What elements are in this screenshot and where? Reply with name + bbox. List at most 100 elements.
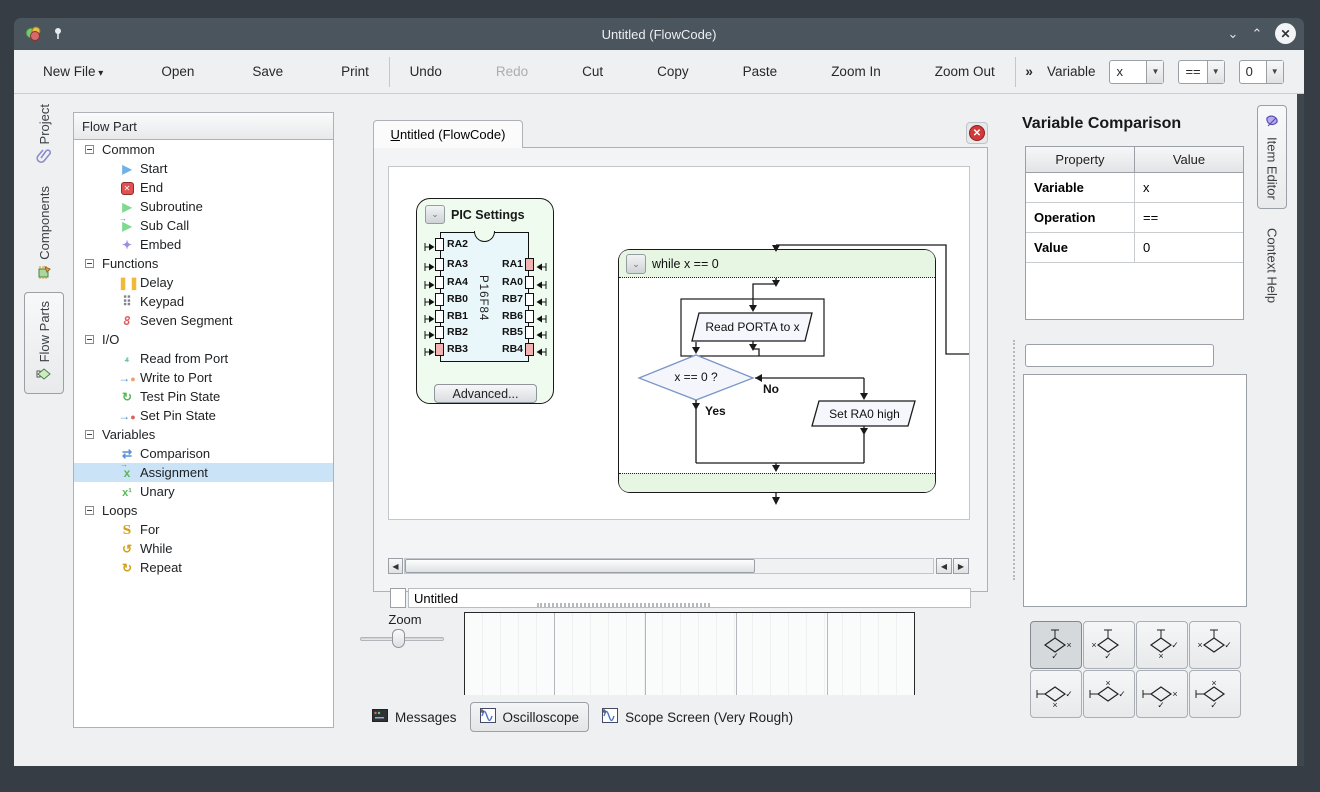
tree-item-keypad[interactable]: ⠿Keypad bbox=[74, 292, 333, 311]
pin-box-rb6[interactable] bbox=[525, 310, 534, 323]
close-button[interactable]: ✕ bbox=[1275, 23, 1296, 44]
table-header-property[interactable]: Property bbox=[1026, 147, 1135, 172]
collapse-expander-icon[interactable] bbox=[85, 335, 94, 344]
tree-item-assignment[interactable]: →xAssignment bbox=[74, 463, 333, 482]
hscroll-thumb[interactable] bbox=[405, 559, 755, 573]
loop-collapse-button[interactable]: ⌄ bbox=[626, 254, 646, 274]
right-tab-context-help[interactable]: Context Help bbox=[1257, 228, 1287, 303]
copy-button[interactable]: Copy bbox=[647, 58, 699, 85]
tree-item-variables[interactable]: Variables bbox=[74, 425, 333, 444]
redo-button[interactable]: Redo bbox=[486, 58, 538, 85]
flowchart-canvas[interactable]: ⌄ PIC Settings P16F84 RA2RA3RA4RB0RB1RB2… bbox=[388, 166, 970, 520]
print-button[interactable]: Print bbox=[331, 58, 379, 85]
pin-box-ra3[interactable] bbox=[435, 258, 444, 271]
pin-box-rb2[interactable] bbox=[435, 326, 444, 339]
tree-item-set-pin-state[interactable]: →●Set Pin State bbox=[74, 406, 333, 425]
tree-item-unary[interactable]: x¹Unary bbox=[74, 482, 333, 501]
collapse-expander-icon[interactable] bbox=[85, 145, 94, 154]
table-cell[interactable]: Operation bbox=[1026, 203, 1135, 232]
variant-button-4[interactable]: ✓× bbox=[1189, 621, 1241, 669]
table-cell[interactable]: 0 bbox=[1135, 233, 1243, 262]
save-button[interactable]: Save bbox=[242, 58, 293, 85]
pic-settings-component[interactable]: ⌄ PIC Settings P16F84 RA2RA3RA4RB0RB1RB2… bbox=[416, 198, 554, 404]
scope-splitter-handle[interactable] bbox=[537, 603, 710, 607]
bottom-tab-messages[interactable]: Messages bbox=[363, 704, 466, 730]
variable-combo-0[interactable]: x▼ bbox=[1109, 60, 1164, 84]
pin-box-ra1[interactable] bbox=[525, 258, 534, 271]
table-row[interactable]: Variablex bbox=[1026, 173, 1243, 203]
tree-item-loops[interactable]: Loops bbox=[74, 501, 333, 520]
pin-box-ra2[interactable] bbox=[435, 238, 444, 251]
tree-item-while[interactable]: ↺While bbox=[74, 539, 333, 558]
cut-button[interactable]: Cut bbox=[572, 58, 613, 85]
table-row[interactable]: Operation== bbox=[1026, 203, 1243, 233]
tree-item-start[interactable]: ▶Start bbox=[74, 159, 333, 178]
variant-button-3[interactable]: ✓× bbox=[1136, 621, 1188, 669]
variant-button-8[interactable]: ✓× bbox=[1189, 670, 1241, 718]
pin-box-rb5[interactable] bbox=[525, 326, 534, 339]
zoom-in-button[interactable]: Zoom In bbox=[821, 58, 891, 85]
tree-item-write-to-port[interactable]: →●Write to Port bbox=[74, 368, 333, 387]
right-splitter-handle[interactable] bbox=[1013, 340, 1017, 580]
chevron-down-icon[interactable]: ▼ bbox=[1207, 61, 1224, 83]
pin-box-rb1[interactable] bbox=[435, 310, 444, 323]
doc-name-checkbox[interactable] bbox=[390, 588, 406, 608]
item-editor-listbox[interactable] bbox=[1023, 374, 1247, 607]
collapse-expander-icon[interactable] bbox=[85, 259, 94, 268]
sidebar-tab-components[interactable]: Components bbox=[24, 186, 64, 283]
table-cell[interactable]: Value bbox=[1026, 233, 1135, 262]
advanced-button[interactable]: Advanced... bbox=[434, 384, 537, 403]
table-cell[interactable]: == bbox=[1135, 203, 1243, 232]
tree-item-for[interactable]: SFor bbox=[74, 520, 333, 539]
tree-item-seven-segment[interactable]: 8Seven Segment bbox=[74, 311, 333, 330]
paste-button[interactable]: Paste bbox=[733, 58, 788, 85]
variant-button-6[interactable]: ✓× bbox=[1083, 670, 1135, 718]
sidebar-tab-flow-parts[interactable]: Flow Parts bbox=[24, 292, 64, 394]
open-button[interactable]: Open bbox=[151, 58, 204, 85]
sidebar-tab-project[interactable]: Project bbox=[24, 104, 64, 167]
new-file-button[interactable]: New File ▾ bbox=[33, 58, 113, 85]
table-cell[interactable]: x bbox=[1135, 173, 1243, 202]
tree-item-i-o[interactable]: I/O bbox=[74, 330, 333, 349]
tree-item-common[interactable]: Common bbox=[74, 140, 333, 159]
chevron-down-icon[interactable]: ▼ bbox=[1266, 61, 1283, 83]
bottom-tab-scope-screen-very-rough[interactable]: Scope Screen (Very Rough) bbox=[593, 703, 802, 731]
tree-item-functions[interactable]: Functions bbox=[74, 254, 333, 273]
tree-item-delay[interactable]: ❚❚Delay bbox=[74, 273, 333, 292]
zoom-slider-thumb[interactable] bbox=[392, 629, 405, 648]
right-tab-item-editor[interactable]: Item Editor bbox=[1257, 105, 1287, 209]
pin-box-rb0[interactable] bbox=[435, 293, 444, 306]
tree-item-repeat[interactable]: ↻Repeat bbox=[74, 558, 333, 577]
bottom-tab-oscilloscope[interactable]: Oscilloscope bbox=[470, 702, 590, 732]
pin-box-rb4[interactable] bbox=[525, 343, 534, 356]
table-header-value[interactable]: Value bbox=[1135, 147, 1243, 172]
pin-box-ra0[interactable] bbox=[525, 276, 534, 289]
tree-item-embed[interactable]: ✦Embed bbox=[74, 235, 333, 254]
tree-item-subroutine[interactable]: ▶Subroutine bbox=[74, 197, 333, 216]
document-tab[interactable]: Untitled (FlowCode) bbox=[373, 120, 523, 148]
variant-button-7[interactable]: ✓× bbox=[1136, 670, 1188, 718]
variable-combo-2[interactable]: 0▼ bbox=[1239, 60, 1284, 84]
table-row[interactable]: Value0 bbox=[1026, 233, 1243, 263]
variant-button-5[interactable]: ✓× bbox=[1030, 670, 1082, 718]
table-cell[interactable]: Variable bbox=[1026, 173, 1135, 202]
set-ra0-node[interactable]: Set RA0 high bbox=[816, 401, 913, 426]
item-editor-input[interactable] bbox=[1025, 344, 1214, 367]
pic-collapse-button[interactable]: ⌄ bbox=[425, 205, 445, 224]
tab-close-button[interactable]: ✕ bbox=[966, 122, 988, 144]
variant-button-1[interactable]: ✓× bbox=[1030, 621, 1082, 669]
hscroll-left-button[interactable]: ◀ bbox=[388, 558, 403, 574]
pin-box-rb7[interactable] bbox=[525, 293, 534, 306]
minimize-button[interactable]: ⌄ bbox=[1222, 23, 1244, 45]
variant-button-2[interactable]: ✓× bbox=[1083, 621, 1135, 669]
zoom-out-button[interactable]: Zoom Out bbox=[925, 58, 1005, 85]
tree-item-read-from-port[interactable]: ◖←Read from Port bbox=[74, 349, 333, 368]
pin-box-rb3[interactable] bbox=[435, 343, 444, 356]
pin-box-ra4[interactable] bbox=[435, 276, 444, 289]
read-port-node[interactable]: Read PORTA to x bbox=[696, 313, 809, 341]
tree-item-sub-call[interactable]: ▶→Sub Call bbox=[74, 216, 333, 235]
chevron-down-icon[interactable]: ▼ bbox=[1146, 61, 1163, 83]
collapse-expander-icon[interactable] bbox=[85, 506, 94, 515]
hscroll-left2-button[interactable]: ◀ bbox=[936, 558, 952, 574]
tree-item-test-pin-state[interactable]: ↻Test Pin State bbox=[74, 387, 333, 406]
